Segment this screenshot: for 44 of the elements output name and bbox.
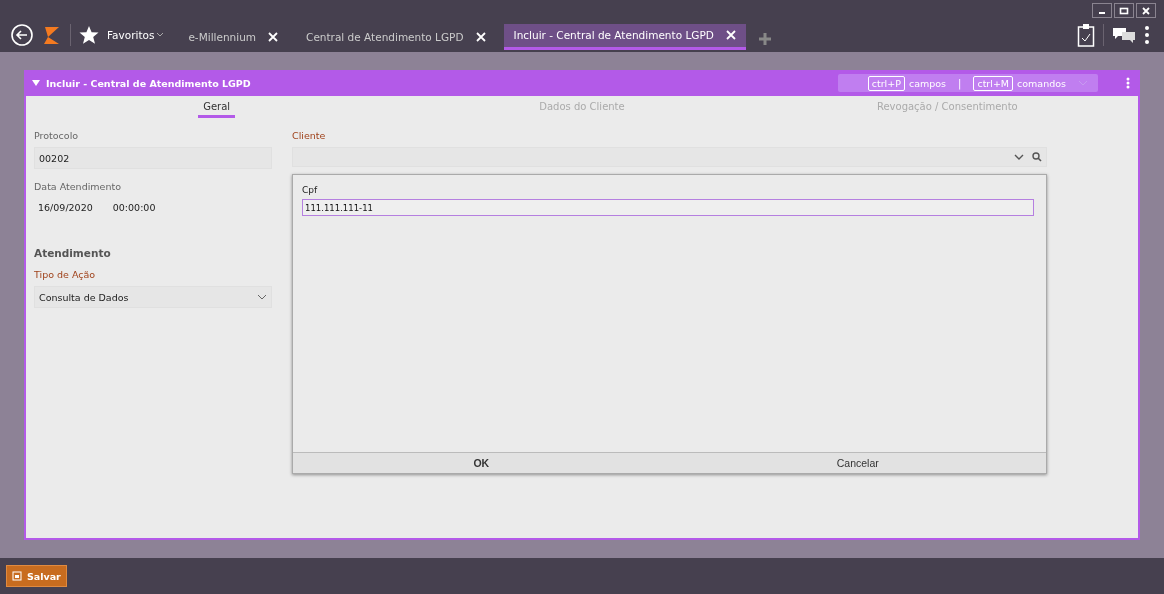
app-tab[interactable]: Incluir - Central de Atendimento LGPD — [503, 23, 746, 50]
field-label: Cpf — [302, 185, 319, 195]
field-label: Cliente — [292, 130, 327, 141]
separator-text: | — [958, 77, 962, 89]
chevron-icon[interactable] — [257, 294, 267, 300]
save-icon — [12, 571, 22, 581]
app-tab[interactable]: Central de Atendimento LGPD — [296, 23, 496, 50]
section-title: Atendimento — [34, 247, 112, 259]
close-button[interactable] — [1136, 3, 1156, 18]
field-label: Protocolo — [34, 130, 80, 141]
key-hint: ctrl+P — [867, 75, 905, 91]
close-icon[interactable] — [475, 31, 486, 42]
clipboard-icon[interactable] — [1077, 22, 1095, 47]
maximize-button[interactable] — [1114, 3, 1134, 18]
back-icon[interactable] — [10, 22, 34, 47]
save-button[interactable]: Salvar — [6, 565, 67, 587]
search-icon[interactable] — [1032, 152, 1042, 162]
minimize-button[interactable] — [1092, 3, 1112, 18]
chat-icon[interactable] — [1112, 25, 1136, 44]
close-icon[interactable] — [1141, 5, 1151, 16]
close-icon[interactable] — [725, 30, 736, 40]
field-label: Data Atendimento — [34, 181, 122, 192]
field-label: Tipo de Ação — [34, 269, 97, 280]
close-icon[interactable] — [268, 31, 279, 42]
collapse-icon[interactable] — [32, 80, 40, 86]
star-icon[interactable] — [79, 24, 99, 45]
key-hint: ctrl+M — [973, 75, 1014, 91]
client-field[interactable] — [292, 147, 1047, 167]
chevron-icon[interactable] — [1014, 154, 1024, 160]
ok-button[interactable]: OK — [293, 453, 670, 473]
cpf-input[interactable]: 111.111.111-11 — [302, 199, 1034, 216]
cancel-button[interactable]: Cancelar — [669, 453, 1046, 473]
protocol-field[interactable]: 00202 — [34, 147, 272, 169]
action-type-dropdown[interactable]: Consulta de Dados — [34, 286, 272, 308]
caret-icon — [156, 31, 165, 38]
date-field[interactable]: 16/09/2020 — [38, 202, 93, 213]
more-icon[interactable] — [1144, 24, 1150, 45]
form-tab[interactable]: Geral — [198, 101, 236, 118]
app-tab[interactable]: e-Millennium — [178, 23, 289, 50]
favorites-menu[interactable]: Favoritos — [107, 28, 155, 41]
panel-title: Incluir - Central de Atendimento LGPD — [46, 77, 251, 89]
time-field[interactable]: 00:00:00 — [112, 202, 156, 213]
add-tab-icon[interactable] — [757, 31, 772, 46]
maximize-icon[interactable] — [1119, 5, 1129, 16]
